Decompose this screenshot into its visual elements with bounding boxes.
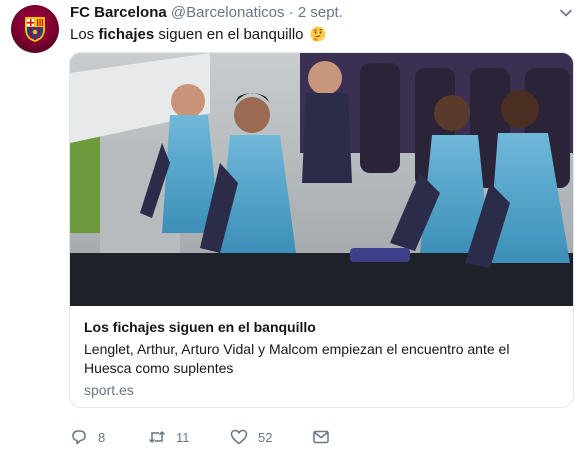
tweet[interactable]: FC Barcelona @Barcelonaticos · 2 sept. L… (0, 0, 586, 454)
direct-message-button[interactable] (312, 427, 330, 447)
chevron-down-icon[interactable] (559, 6, 573, 20)
reply-button[interactable]: 8 (70, 427, 105, 447)
tweet-header: FC Barcelona @Barcelonaticos · 2 sept. (70, 4, 343, 22)
thinking-face-icon (310, 26, 326, 42)
card-title[interactable]: Los fichajes siguen en el banquillo (84, 318, 316, 336)
tweet-date[interactable]: 2 sept. (298, 4, 343, 21)
avatar[interactable] (11, 5, 59, 53)
tweet-actions: 8 11 52 (70, 427, 570, 447)
author-name[interactable]: FC Barcelona (70, 4, 167, 21)
tweet-text: Los fichajes siguen en el banquillo (70, 25, 326, 45)
author-handle[interactable]: @Barcelonaticos (171, 4, 285, 21)
bench-photo (70, 53, 573, 306)
tweet-text-before: Los (70, 26, 99, 43)
tweet-text-bold: fichajes (98, 26, 155, 43)
like-count: 52 (258, 429, 273, 445)
card-description: Lenglet, Arthur, Arturo Vidal y Malcom e… (84, 341, 510, 376)
tweet-text-after: siguen en el banquillo (154, 26, 304, 43)
retweet-count: 11 (176, 429, 190, 445)
like-button[interactable]: 52 (230, 427, 272, 447)
retweet-icon (148, 430, 166, 444)
link-card[interactable]: Los fichajes siguen en el banquillo Leng… (69, 52, 574, 408)
heart-icon (230, 429, 248, 445)
card-image[interactable] (70, 53, 573, 306)
envelope-icon (313, 430, 329, 444)
reply-count: 8 (98, 429, 106, 445)
card-domain: sport.es (84, 382, 134, 398)
reply-icon (72, 430, 86, 445)
retweet-button[interactable]: 11 (148, 427, 190, 447)
separator-dot: · (288, 4, 294, 21)
fc-barcelona-crest-icon (25, 17, 45, 42)
